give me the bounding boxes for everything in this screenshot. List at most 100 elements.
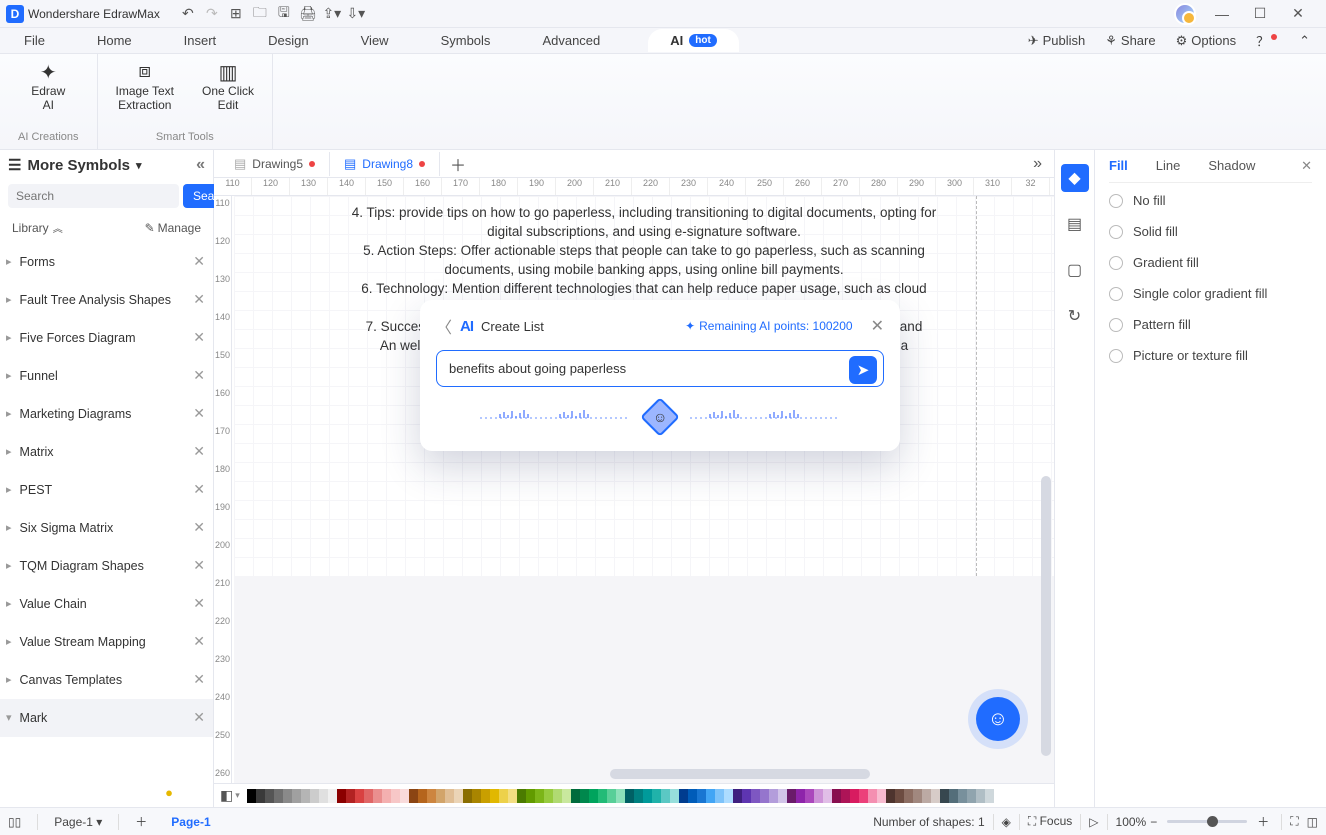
image-text-extraction-button[interactable]: ⧈ Image Text Extraction bbox=[116, 60, 174, 112]
color-swatch[interactable] bbox=[643, 789, 652, 803]
color-swatch[interactable] bbox=[382, 789, 391, 803]
color-swatch[interactable] bbox=[544, 789, 553, 803]
color-swatch[interactable] bbox=[985, 789, 994, 803]
tab-shadow[interactable]: Shadow bbox=[1208, 158, 1255, 174]
page-selector[interactable]: Page-1 ▾ bbox=[54, 815, 102, 829]
color-swatch[interactable] bbox=[832, 789, 841, 803]
menu-view[interactable]: View bbox=[357, 31, 393, 50]
remove-category-button[interactable]: ✕ bbox=[193, 595, 205, 612]
color-swatch[interactable] bbox=[805, 789, 814, 803]
color-swatch[interactable] bbox=[778, 789, 787, 803]
color-swatch[interactable] bbox=[364, 789, 373, 803]
color-swatch[interactable] bbox=[850, 789, 859, 803]
fill-option-radio[interactable]: No fill bbox=[1109, 193, 1312, 208]
color-swatch[interactable] bbox=[319, 789, 328, 803]
remove-category-button[interactable]: ✕ bbox=[193, 633, 205, 650]
color-swatch[interactable] bbox=[346, 789, 355, 803]
color-swatch[interactable] bbox=[481, 789, 490, 803]
back-button[interactable]: 〈 bbox=[436, 314, 452, 338]
horizontal-scrollbar[interactable] bbox=[610, 769, 870, 779]
color-swatch[interactable] bbox=[463, 789, 472, 803]
menu-advanced[interactable]: Advanced bbox=[538, 31, 604, 50]
color-swatch[interactable] bbox=[760, 789, 769, 803]
color-swatch[interactable] bbox=[652, 789, 661, 803]
color-swatch[interactable] bbox=[553, 789, 562, 803]
new-button[interactable]: ⊞ bbox=[224, 2, 248, 26]
fill-tool-button[interactable]: ◆ bbox=[1061, 164, 1089, 192]
zoom-slider[interactable] bbox=[1167, 820, 1247, 823]
page-tool-button[interactable]: ▤ bbox=[1061, 210, 1089, 238]
color-swatch[interactable] bbox=[535, 789, 544, 803]
layout-tool-button[interactable]: ▢ bbox=[1061, 256, 1089, 284]
color-swatch[interactable] bbox=[607, 789, 616, 803]
color-swatch[interactable] bbox=[706, 789, 715, 803]
color-swatch[interactable] bbox=[769, 789, 778, 803]
color-swatch[interactable] bbox=[742, 789, 751, 803]
color-swatch[interactable] bbox=[616, 789, 625, 803]
zoom-out-button[interactable]: − bbox=[1150, 815, 1157, 829]
remove-category-button[interactable]: ✕ bbox=[193, 367, 205, 384]
color-swatch[interactable] bbox=[787, 789, 796, 803]
options-button[interactable]: ⚙ Options bbox=[1176, 33, 1236, 49]
color-swatch[interactable] bbox=[895, 789, 904, 803]
close-panel-button[interactable]: ✕ bbox=[1301, 158, 1312, 174]
color-swatch[interactable] bbox=[292, 789, 301, 803]
color-swatch[interactable] bbox=[355, 789, 364, 803]
color-swatch[interactable] bbox=[958, 789, 967, 803]
color-swatch[interactable] bbox=[715, 789, 724, 803]
ai-assistant-floating-button[interactable]: ☺ bbox=[976, 697, 1020, 741]
color-swatch[interactable] bbox=[724, 789, 733, 803]
remove-category-button[interactable]: ✕ bbox=[193, 481, 205, 498]
menu-ai[interactable]: AI hot bbox=[648, 29, 739, 52]
remove-category-button[interactable]: ✕ bbox=[193, 405, 205, 422]
presentation-button[interactable]: ▷ bbox=[1089, 815, 1098, 829]
color-swatch[interactable] bbox=[526, 789, 535, 803]
expand-tabs-button[interactable]: » bbox=[1021, 155, 1054, 173]
send-prompt-button[interactable]: ➤ bbox=[849, 356, 877, 384]
add-page-button[interactable]: ＋ bbox=[135, 813, 147, 830]
color-swatch[interactable] bbox=[265, 789, 274, 803]
color-swatch[interactable] bbox=[427, 789, 436, 803]
print-button[interactable]: 🖨 bbox=[296, 2, 320, 26]
help-button[interactable]: ？ bbox=[1256, 31, 1279, 50]
color-swatch[interactable] bbox=[868, 789, 877, 803]
close-popup-button[interactable]: ✕ bbox=[871, 316, 884, 336]
collapse-ribbon-button[interactable]: ⌃ bbox=[1299, 33, 1310, 49]
color-swatch[interactable] bbox=[517, 789, 526, 803]
undo-button[interactable]: ↶ bbox=[176, 2, 200, 26]
close-window-button[interactable]: ✕ bbox=[1286, 2, 1310, 26]
page-tab-1[interactable]: Page-1 bbox=[171, 815, 210, 829]
color-swatch[interactable] bbox=[751, 789, 760, 803]
color-swatch[interactable] bbox=[580, 789, 589, 803]
remove-category-button[interactable]: ✕ bbox=[193, 443, 205, 460]
menu-symbols[interactable]: Symbols bbox=[437, 31, 495, 50]
remove-category-button[interactable]: ✕ bbox=[193, 709, 205, 726]
layers-button[interactable]: ◈ bbox=[1002, 815, 1011, 829]
color-swatch[interactable] bbox=[418, 789, 427, 803]
color-swatch[interactable] bbox=[796, 789, 805, 803]
symbols-category-item[interactable]: ▸Fault Tree Analysis Shapes✕ bbox=[0, 281, 213, 319]
add-document-tab-button[interactable]: ＋ bbox=[440, 152, 476, 176]
color-swatch[interactable] bbox=[472, 789, 481, 803]
open-button[interactable]: 🗀 bbox=[248, 2, 272, 26]
color-swatch[interactable] bbox=[562, 789, 571, 803]
color-swatch[interactable] bbox=[625, 789, 634, 803]
color-swatch[interactable] bbox=[337, 789, 346, 803]
fill-option-radio[interactable]: Solid fill bbox=[1109, 224, 1312, 239]
color-swatch[interactable] bbox=[256, 789, 265, 803]
share-button[interactable]: ⚘ Share bbox=[1105, 33, 1155, 49]
symbols-category-item[interactable]: ▾Mark✕ bbox=[0, 699, 213, 737]
symbols-category-item[interactable]: ▸Value Chain✕ bbox=[0, 585, 213, 623]
history-tool-button[interactable]: ↻ bbox=[1061, 302, 1089, 330]
remove-category-button[interactable]: ✕ bbox=[193, 329, 205, 346]
document-tab-2[interactable]: ▤ Drawing8 bbox=[330, 152, 440, 176]
color-swatch[interactable] bbox=[904, 789, 913, 803]
color-swatch[interactable] bbox=[814, 789, 823, 803]
color-swatch[interactable] bbox=[454, 789, 463, 803]
menu-home[interactable]: Home bbox=[93, 31, 136, 50]
color-swatch[interactable] bbox=[679, 789, 688, 803]
redo-button[interactable]: ↷ bbox=[200, 2, 224, 26]
color-swatch[interactable] bbox=[490, 789, 499, 803]
color-swatch[interactable] bbox=[940, 789, 949, 803]
symbols-category-item[interactable]: ▸Funnel✕ bbox=[0, 357, 213, 395]
